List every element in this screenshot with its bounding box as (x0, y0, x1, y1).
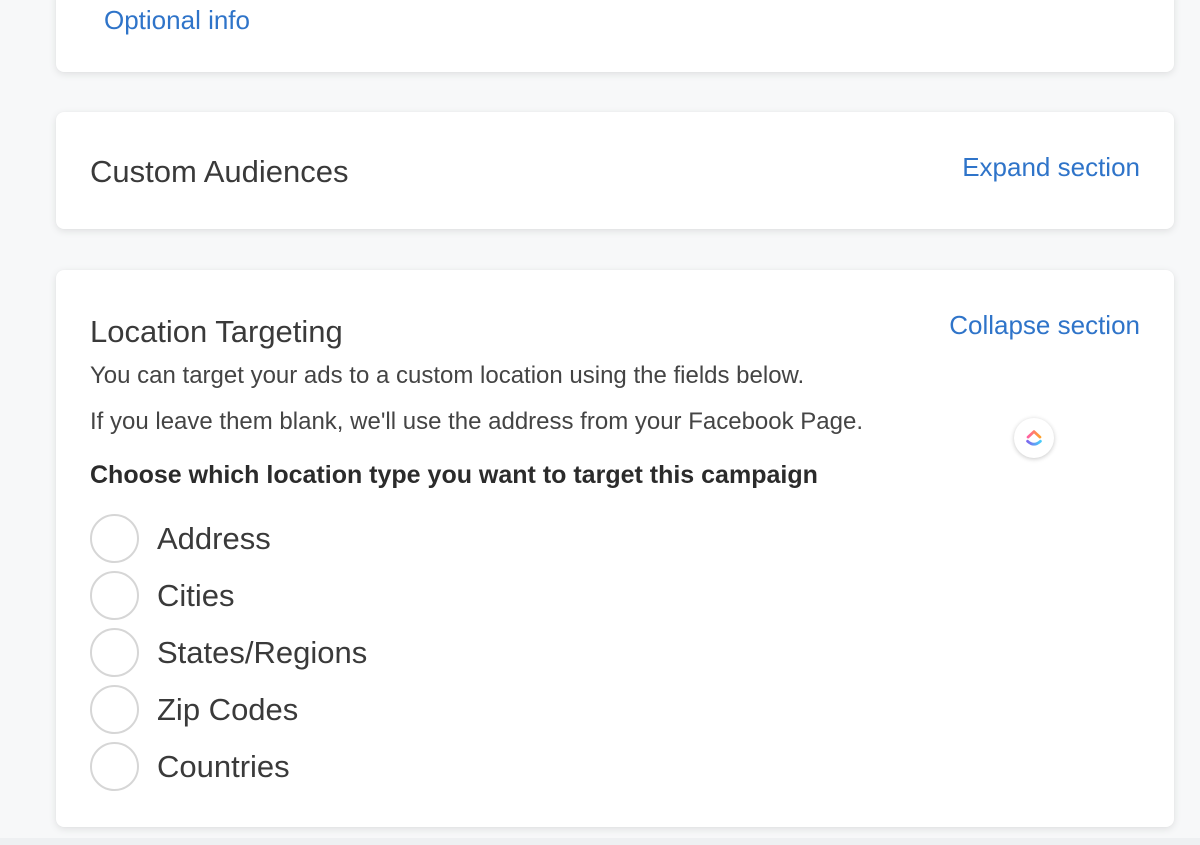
radio-option-states-regions[interactable]: States/Regions (90, 624, 367, 681)
collapse-section-link[interactable]: Collapse section (949, 310, 1140, 341)
radio-button[interactable] (90, 571, 139, 620)
radio-button[interactable] (90, 742, 139, 791)
radio-option-label: Cities (157, 577, 235, 613)
radio-button[interactable] (90, 514, 139, 563)
radio-option-label: Address (157, 520, 271, 556)
radio-option-countries[interactable]: Countries (90, 738, 367, 795)
radio-option-zip-codes[interactable]: Zip Codes (90, 681, 367, 738)
location-type-question: Choose which location type you want to t… (90, 461, 818, 489)
radio-option-label: Countries (157, 748, 290, 784)
radio-button[interactable] (90, 685, 139, 734)
optional-info-card: Optional info (56, 0, 1174, 72)
radio-option-label: States/Regions (157, 634, 368, 670)
radio-option-label: Zip Codes (157, 691, 299, 727)
location-targeting-title: Location Targeting (90, 314, 343, 349)
radio-option-cities[interactable]: Cities (90, 567, 367, 624)
location-targeting-card: Location Targeting Collapse section You … (56, 270, 1174, 827)
custom-audiences-title: Custom Audiences (90, 154, 349, 189)
page-bottom-edge (0, 838, 1200, 845)
location-description-1: You can target your ads to a custom loca… (90, 362, 805, 389)
location-description-2: If you leave them blank, we'll use the a… (90, 408, 863, 435)
optional-info-link[interactable]: Optional info (104, 5, 250, 36)
radio-option-address[interactable]: Address (90, 510, 367, 567)
custom-audiences-card: Custom Audiences Expand section (56, 112, 1174, 229)
clickup-badge-button[interactable] (1014, 418, 1054, 458)
expand-section-link[interactable]: Expand section (962, 152, 1140, 183)
radio-button[interactable] (90, 628, 139, 677)
location-type-radio-group: Address Cities States/Regions Zip Codes … (90, 510, 367, 795)
clickup-logo-icon (1026, 430, 1042, 446)
